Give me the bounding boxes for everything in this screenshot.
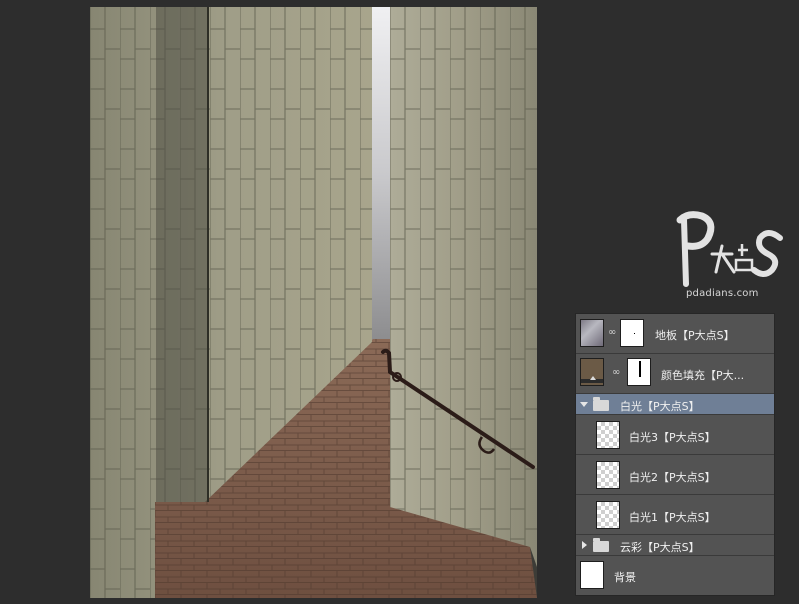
layer-mask-thumbnail: [620, 319, 644, 347]
right-wall-blocks: [390, 7, 537, 567]
folder-icon: [593, 538, 609, 552]
layer-mask-thumbnail: [627, 358, 651, 386]
folder-icon: [593, 397, 609, 411]
layer-name: 白光1【P大点S】: [629, 511, 716, 524]
layer-name: 白光3【P大点S】: [629, 431, 716, 444]
layers-panel: ∞ 地板【P大点S】 ∞ 颜色填充【P大... 白光【P大点S】 白光3【P大点…: [575, 313, 775, 596]
layer-group-white-light[interactable]: 白光【P大点S】: [576, 394, 774, 415]
link-icon: ∞: [608, 327, 617, 338]
layer-name: 白光2【P大点S】: [629, 471, 716, 484]
layer-thumbnail: [580, 319, 604, 347]
layer-thumbnail: [596, 461, 620, 489]
layer-group-clouds[interactable]: 云彩【P大点S】: [576, 535, 774, 556]
fill-thumbnail: [580, 358, 604, 386]
layer-row-white-light-1[interactable]: 白光1【P大点S】: [576, 495, 774, 535]
layer-row-floor[interactable]: ∞ 地板【P大点S】: [576, 314, 774, 354]
watermark-logo: [676, 211, 783, 287]
layer-thumbnail: [596, 421, 620, 449]
alley-artwork: [90, 7, 537, 598]
layer-name: 地板【P大点S】: [655, 329, 735, 342]
document-canvas[interactable]: [90, 7, 537, 598]
layer-row-white-light-2[interactable]: 白光2【P大点S】: [576, 455, 774, 495]
layer-row-background[interactable]: 背景: [576, 556, 774, 595]
left-wall-recess: [156, 7, 208, 502]
expand-arrow-icon[interactable]: [580, 402, 588, 407]
group-name: 白光【P大点S】: [620, 400, 700, 413]
group-name: 云彩【P大点S】: [620, 541, 700, 554]
layer-name: 颜色填充【P大...: [661, 369, 745, 382]
layer-name: 背景: [614, 571, 636, 584]
layer-row-white-light-3[interactable]: 白光3【P大点S】: [576, 415, 774, 455]
collapse-arrow-icon[interactable]: [582, 541, 587, 549]
layer-row-color-fill[interactable]: ∞ 颜色填充【P大...: [576, 354, 774, 394]
layer-thumbnail: [596, 501, 620, 529]
layer-thumbnail: [580, 561, 604, 589]
psd-watermark: pdadians.com: [668, 208, 786, 304]
link-icon: ∞: [612, 367, 621, 378]
watermark-url: pdadians.com: [686, 288, 759, 299]
